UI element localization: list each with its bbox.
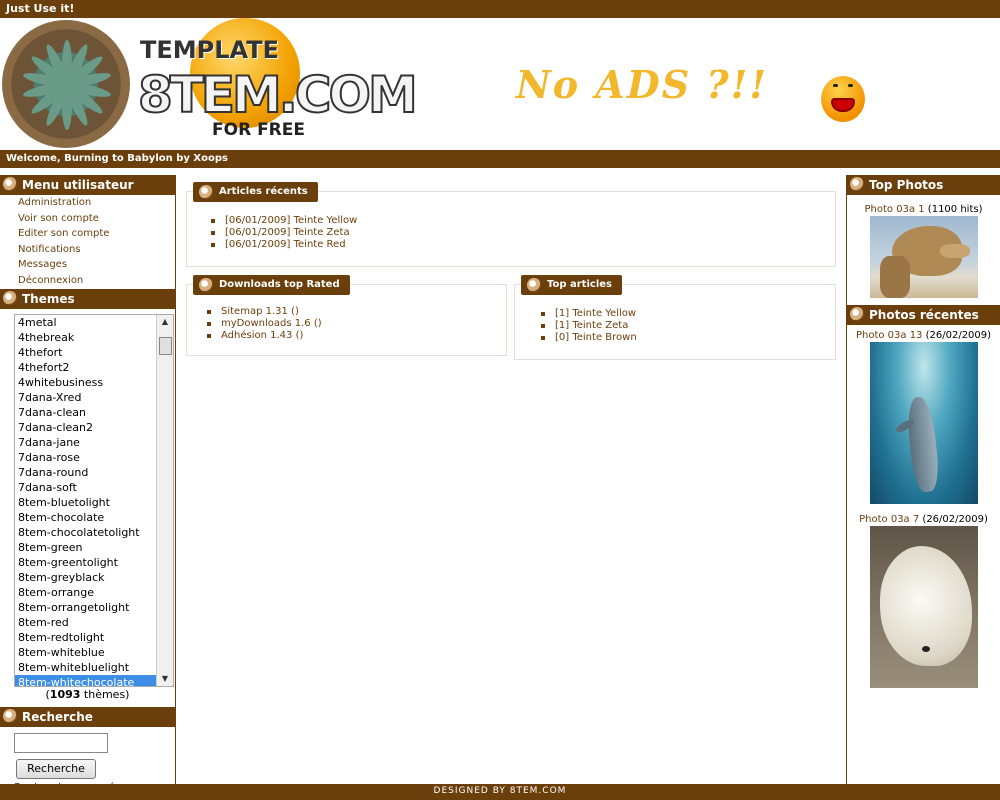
themes-listbox[interactable]: 4metal 4thebreak 4thefort 4thefort2 4whitebu… <box>14 314 174 687</box>
block-icon <box>527 278 541 292</box>
theme-option[interactable]: 8tem-greentolight <box>15 555 173 570</box>
theme-option[interactable]: 8tem-red <box>15 615 173 630</box>
themes-scrollbar[interactable]: ▲ ▼ <box>156 315 173 686</box>
theme-option[interactable]: 7dana-round <box>15 465 173 480</box>
themes-title: Themes <box>0 289 175 309</box>
theme-option[interactable]: 7dana-rose <box>15 450 173 465</box>
scroll-thumb[interactable] <box>159 337 172 355</box>
scroll-down-arrow-icon[interactable]: ▼ <box>157 672 173 686</box>
user-menu-logout[interactable]: Déconnexion <box>0 273 175 289</box>
theme-option[interactable]: 8tem-greyblack <box>15 570 173 585</box>
theme-option[interactable]: 8tem-whitebluelight <box>15 660 173 675</box>
top-bar-text: Just Use it! <box>6 2 75 15</box>
recent-articles-block: Articles récents [06/01/2009] Teinte Yel… <box>186 182 836 267</box>
block-icon <box>850 177 864 191</box>
list-item[interactable]: [06/01/2009] Teinte Red <box>210 239 357 251</box>
downloads-list: Sitemap 1.31 () myDownloads 1.6 () Adhés… <box>207 306 322 342</box>
theme-option[interactable]: 7dana-Xred <box>15 390 173 405</box>
logo-line3: FOR FREE <box>212 120 306 140</box>
user-menu-notifications[interactable]: Notifications <box>0 242 175 258</box>
theme-option[interactable]: 7dana-clean <box>15 405 173 420</box>
list-item[interactable]: [06/01/2009] Teinte Yellow <box>210 215 357 227</box>
block-icon <box>199 278 213 292</box>
recent-articles-title: Articles récents <box>193 182 318 202</box>
header: TEMPLATE 8TEM.COM FOR FREE No ADS ?!! <box>0 18 1000 150</box>
theme-option[interactable]: 4thefort2 <box>15 360 173 375</box>
camel-photo[interactable] <box>869 216 978 298</box>
block-icon <box>3 291 17 305</box>
theme-option[interactable]: 7dana-soft <box>15 480 173 495</box>
user-menu-administration[interactable]: Administration <box>0 195 175 211</box>
list-item[interactable]: [06/01/2009] Teinte Zeta <box>210 227 357 239</box>
theme-option[interactable]: 8tem-redtolight <box>15 630 173 645</box>
themes-count: (1093 thèmes) <box>45 688 130 701</box>
user-menu-view-account[interactable]: Voir son compte <box>0 211 175 227</box>
footer-text: DESIGNED BY 8TEM.COM <box>433 786 567 796</box>
block-icon <box>199 185 213 199</box>
recent-photo-caption-1: Photo 03a 13 (26/02/2009) <box>855 330 992 341</box>
left-sidebar: Menu utilisateur Administration Voir son… <box>0 175 176 794</box>
downloads-title: Downloads top Rated <box>193 275 350 295</box>
theme-option[interactable]: 8tem-whitechocolate <box>15 675 173 686</box>
themes-count-number: 1093 <box>49 688 81 701</box>
recent-photo-caption-2: Photo 03a 7 (26/02/2009) <box>859 514 988 525</box>
search-title: Recherche <box>0 707 175 727</box>
theme-option[interactable]: 8tem-chocolate <box>15 510 173 525</box>
succulent-image <box>2 20 130 148</box>
theme-option[interactable]: 8tem-orrange <box>15 585 173 600</box>
user-menu-edit-account[interactable]: Editer son compte <box>0 226 175 242</box>
block-icon <box>850 307 864 321</box>
theme-option[interactable]: 4metal <box>15 315 173 330</box>
theme-option[interactable]: 8tem-orrangetolight <box>15 600 173 615</box>
logo-line1: TEMPLATE <box>140 36 280 64</box>
user-menu: Administration Voir son compte Editer so… <box>0 195 175 288</box>
theme-option[interactable]: 4whitebusiness <box>15 375 173 390</box>
list-item[interactable]: Adhésion 1.43 () <box>207 330 322 342</box>
polar-bear-photo[interactable] <box>869 526 978 688</box>
theme-option[interactable]: 8tem-green <box>15 540 173 555</box>
search-button[interactable]: Recherche <box>16 759 96 779</box>
recent-articles-list: [06/01/2009] Teinte Yellow [06/01/2009] … <box>210 215 357 251</box>
list-item[interactable]: Sitemap 1.31 () <box>207 306 322 318</box>
user-menu-title: Menu utilisateur <box>0 175 175 195</box>
recent-photo-link-2[interactable]: Photo 03a 7 <box>859 514 919 525</box>
theme-option[interactable]: 7dana-clean2 <box>15 420 173 435</box>
theme-option[interactable]: 8tem-whiteblue <box>15 645 173 660</box>
top-articles-title: Top articles <box>521 275 622 295</box>
shouting-smiley-icon <box>821 76 865 122</box>
top-photo-caption: Photo 03a 1 (1100 hits) <box>864 204 983 215</box>
welcome-bar: Welcome, Burning to Babylon by Xoops <box>0 150 1000 168</box>
top-articles-list: [1] Teinte Yellow [1] Teinte Zeta [0] Te… <box>541 308 637 344</box>
top-bar: Just Use it! <box>0 0 1000 18</box>
theme-option[interactable]: 8tem-chocolatetolight <box>15 525 173 540</box>
top-photo-link[interactable]: Photo 03a 1 <box>865 204 925 215</box>
banner-text: No ADS ?!! <box>516 62 769 107</box>
list-item[interactable]: myDownloads 1.6 () <box>207 318 322 330</box>
site-logo[interactable]: TEMPLATE 8TEM.COM FOR FREE <box>137 18 419 148</box>
welcome-text: Welcome, Burning to Babylon by Xoops <box>6 153 228 164</box>
block-icon <box>3 709 17 723</box>
footer: DESIGNED BY 8TEM.COM <box>0 784 1000 800</box>
list-item[interactable]: [0] Teinte Brown <box>541 332 637 344</box>
theme-option[interactable]: 8tem-bluetolight <box>15 495 173 510</box>
theme-option[interactable]: 4thefort <box>15 345 173 360</box>
block-icon <box>3 177 17 191</box>
dolphin-photo[interactable] <box>869 342 978 504</box>
recent-photos-title: Photos récentes <box>847 305 1000 325</box>
list-item[interactable]: [1] Teinte Yellow <box>541 308 637 320</box>
top-photos-title: Top Photos <box>847 175 1000 195</box>
top-articles-block: Top articles [1] Teinte Yellow [1] Teint… <box>514 275 836 360</box>
scroll-up-arrow-icon[interactable]: ▲ <box>157 315 173 329</box>
theme-option[interactable]: 7dana-jane <box>15 435 173 450</box>
theme-option[interactable]: 4thebreak <box>15 330 173 345</box>
themes-options: 4metal 4thebreak 4thefort 4thefort2 4whitebu… <box>15 315 173 686</box>
downloads-block: Downloads top Rated Sitemap 1.31 () myDo… <box>186 275 507 356</box>
user-menu-messages[interactable]: Messages <box>0 257 175 273</box>
right-sidebar: Top Photos Photo 03a 1 (1100 hits) Photo… <box>846 175 1000 784</box>
recent-photo-link-1[interactable]: Photo 03a 13 <box>856 330 922 341</box>
list-item[interactable]: [1] Teinte Zeta <box>541 320 637 332</box>
search-input[interactable] <box>14 733 108 753</box>
logo-line2: 8TEM.COM <box>137 65 419 125</box>
